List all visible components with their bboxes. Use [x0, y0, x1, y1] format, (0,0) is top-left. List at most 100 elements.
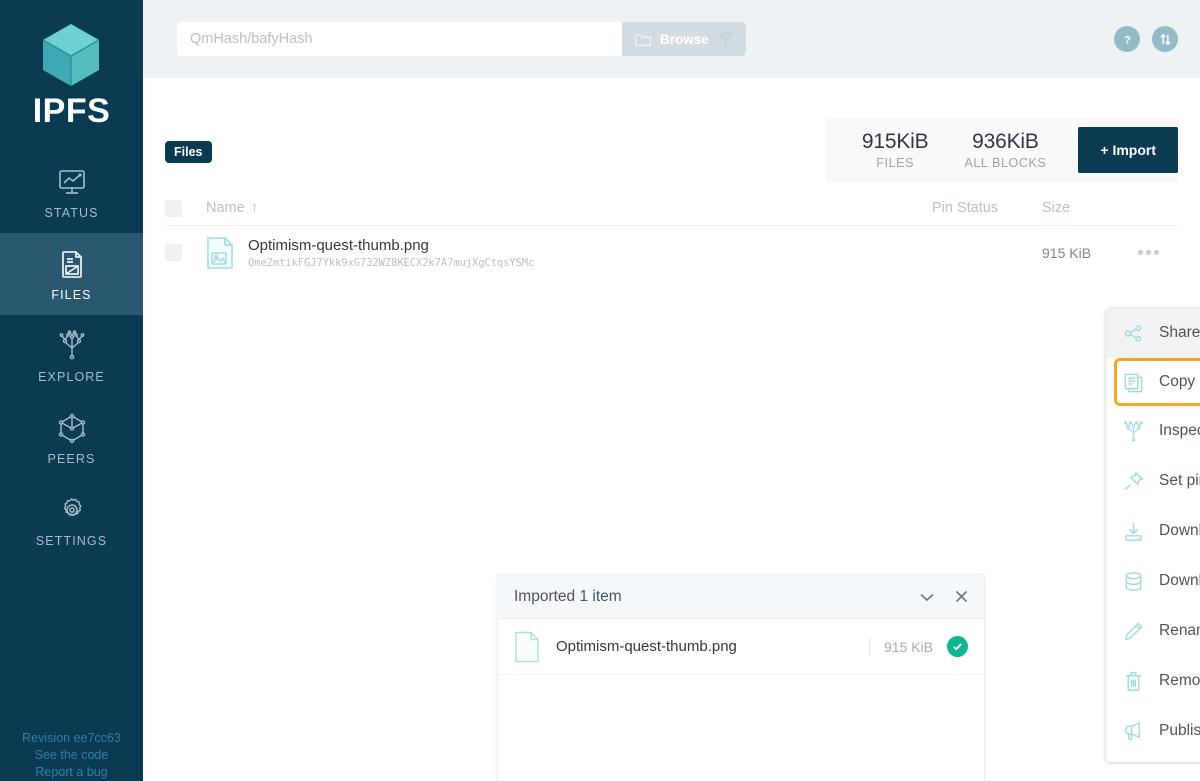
stat-value: 936KiB	[964, 130, 1046, 154]
merkle-tree-icon	[1122, 420, 1145, 443]
menu-item-label: Rename	[1159, 622, 1200, 640]
import-button[interactable]: + Import	[1078, 127, 1178, 173]
separator	[869, 638, 870, 655]
database-icon	[1122, 570, 1145, 593]
checkmark-glyph	[951, 640, 964, 653]
stat-value: 915KiB	[862, 130, 929, 154]
menu-item-label: Remove	[1159, 672, 1200, 690]
copy-document-icon	[1122, 371, 1145, 394]
menu-item-label: Inspect	[1159, 422, 1200, 440]
content-area: 915KiB FILES 936KiB ALL BLOCKS + Import …	[143, 78, 1200, 279]
select-all-checkbox[interactable]	[165, 200, 182, 217]
explore-merkle-icon	[55, 329, 89, 363]
sort-ascending-icon: ↑	[251, 200, 258, 216]
menu-item-download[interactable]: Download	[1106, 506, 1200, 556]
import-toast: Imported 1 item	[498, 575, 984, 781]
sidebar-item-label: FILES	[51, 288, 91, 302]
table-row[interactable]: Optimism-quest-thumb.png QmeZmtikFGJ7Ykk…	[165, 225, 1178, 279]
files-document-icon	[55, 247, 89, 281]
stats-bar: 915KiB FILES 936KiB ALL BLOCKS + Import	[826, 118, 1178, 182]
pushpin-icon	[1122, 470, 1145, 493]
check-circle-icon	[947, 636, 968, 657]
toast-file-row: Optimism-quest-thumb.png 915 KiB	[498, 619, 984, 675]
row-actions-button[interactable]	[1138, 250, 1178, 255]
sidebar-item-explore[interactable]: EXPLORE	[0, 315, 143, 397]
settings-gear-icon	[55, 493, 89, 527]
toast-file-meta: 915 KiB	[869, 636, 968, 657]
top-actions: ?	[1114, 26, 1178, 52]
file-context-menu: Share link Copy CID	[1106, 308, 1200, 762]
menu-item-label: Download	[1159, 522, 1200, 540]
ipfs-cube-logo-icon	[40, 22, 102, 88]
up-down-arrows-icon	[1158, 32, 1173, 47]
see-the-code-link[interactable]: See the code	[0, 747, 143, 764]
menu-item-rename[interactable]: Rename	[1106, 606, 1200, 656]
sidebar-item-label: SETTINGS	[36, 534, 107, 548]
toast-actions	[919, 590, 968, 603]
ipfs-web-ui: IPFS STATUS	[0, 0, 1200, 781]
sidebar-item-peers[interactable]: PEERS	[0, 397, 143, 479]
toast-file-size: 915 KiB	[884, 639, 933, 655]
image-file-icon	[206, 236, 234, 270]
trash-icon	[1122, 670, 1145, 693]
help-button[interactable]: ?	[1114, 26, 1140, 52]
top-bar: Browse	[143, 0, 1200, 78]
menu-item-label: Share link	[1159, 324, 1200, 342]
share-nodes-icon	[1122, 322, 1145, 345]
files-table: Name ↑ Pin Status Size	[165, 191, 1178, 279]
report-a-bug-link[interactable]: Report a bug	[0, 764, 143, 781]
toast-collapse-button[interactable]	[919, 592, 935, 602]
sidebar-item-label: PEERS	[48, 452, 96, 466]
column-header-pin-status[interactable]: Pin Status	[932, 200, 1042, 216]
column-header-name[interactable]: Name ↑	[206, 200, 258, 216]
toast-title: Imported 1 item	[514, 588, 622, 606]
file-cid: QmeZmtikFGJ7Ykk9xG732WZ8KECX2k7A7mujXgCt…	[248, 257, 534, 269]
column-header-size[interactable]: Size	[1042, 200, 1138, 216]
row-size: 915 KiB	[1042, 245, 1138, 261]
sidebar-item-status[interactable]: STATUS	[0, 151, 143, 233]
toast-close-button[interactable]	[955, 590, 968, 603]
chevron-down-icon	[919, 592, 935, 602]
toast-file-name: Optimism-quest-thumb.png	[556, 638, 737, 655]
question-mark-icon: ?	[1120, 32, 1135, 47]
search-bar: Browse	[177, 22, 746, 56]
connection-status-button[interactable]	[1152, 26, 1178, 52]
menu-item-inspect[interactable]: Inspect	[1106, 406, 1200, 456]
menu-item-download-as-car[interactable]: Download as CAR	[1106, 556, 1200, 606]
pencil-icon	[1122, 620, 1145, 643]
toast-header: Imported 1 item	[498, 575, 984, 619]
menu-item-set-pinning[interactable]: Set pinning	[1106, 456, 1200, 506]
close-x-icon	[955, 590, 968, 603]
merkle-tree-icon	[717, 31, 734, 48]
menu-item-label: Publish to IPNS	[1159, 722, 1200, 740]
menu-item-label: Set pinning	[1159, 472, 1200, 490]
browse-label: Browse	[660, 32, 709, 47]
menu-item-copy-cid[interactable]: Copy CID	[1114, 358, 1200, 406]
menu-item-share-link[interactable]: Share link	[1106, 308, 1200, 358]
menu-item-label: Download as CAR	[1159, 572, 1200, 590]
download-icon	[1122, 520, 1145, 543]
sidebar: IPFS STATUS	[0, 0, 143, 781]
dot	[1138, 250, 1143, 255]
dot	[1146, 250, 1151, 255]
brand-logo: IPFS	[33, 22, 111, 131]
menu-item-remove[interactable]: Remove	[1106, 656, 1200, 706]
status-chart-icon	[55, 165, 89, 199]
toast-body	[498, 675, 984, 781]
menu-item-label: Copy CID	[1159, 373, 1200, 391]
file-info: Optimism-quest-thumb.png QmeZmtikFGJ7Ykk…	[248, 237, 534, 269]
file-name: Optimism-quest-thumb.png	[248, 237, 534, 254]
search-input[interactable]	[177, 22, 622, 56]
main-area: Browse	[143, 0, 1200, 781]
file-icon	[514, 631, 540, 663]
peers-cube-icon	[55, 411, 89, 445]
menu-item-publish-to-ipns[interactable]: Publish to IPNS	[1106, 706, 1200, 756]
browse-button[interactable]: Browse	[622, 22, 746, 56]
breadcrumb[interactable]: Files	[165, 141, 212, 163]
sidebar-item-label: EXPLORE	[38, 370, 105, 384]
sidebar-item-label: STATUS	[44, 206, 98, 220]
megaphone-icon	[1122, 720, 1145, 743]
row-checkbox[interactable]	[165, 244, 182, 261]
sidebar-item-settings[interactable]: SETTINGS	[0, 479, 143, 561]
sidebar-item-files[interactable]: FILES	[0, 233, 143, 315]
